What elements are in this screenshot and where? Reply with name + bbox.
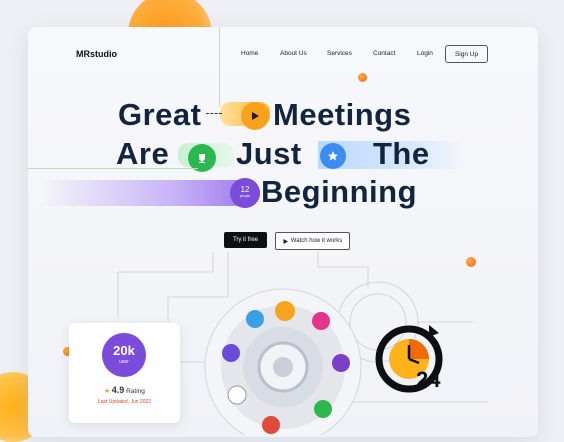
nav-about-us[interactable]: About Us	[280, 50, 307, 57]
decorative-line	[219, 27, 220, 107]
brand-logo[interactable]: MRstudio	[76, 49, 117, 59]
user-stats-card: 20k user ★ 4.9 Rating Last Updated, Jun …	[69, 323, 180, 423]
star-badge	[320, 143, 346, 169]
hero-word-beginning: Beginning	[261, 174, 418, 209]
rating-label: Rating	[126, 388, 145, 395]
meeting-table-illustration	[204, 288, 362, 435]
nav-contact[interactable]: Contact	[373, 50, 395, 57]
dashed-connector	[206, 113, 222, 115]
users-label: user	[119, 359, 129, 365]
star-icon	[328, 151, 338, 161]
hero-word-are: Are	[116, 136, 170, 171]
sign-up-button[interactable]: Sign Up	[445, 45, 488, 63]
decorative-dot	[358, 73, 367, 82]
clock-24-label: 24	[416, 367, 441, 392]
people-label: people	[239, 194, 251, 198]
decorative-green-line	[28, 168, 198, 169]
people-count-badge: 12 people	[230, 178, 260, 208]
users-count: 20k	[113, 343, 135, 358]
hero-word-meetings: Meetings	[273, 97, 412, 132]
play-button[interactable]	[241, 102, 269, 130]
rating-row: ★ 4.9 Rating	[69, 385, 180, 395]
star-icon: ★	[104, 388, 110, 395]
nav-home[interactable]: Home	[241, 50, 258, 57]
play-icon	[252, 112, 259, 120]
cup-icon	[199, 154, 205, 163]
users-badge: 20k user	[102, 333, 146, 377]
nav-login[interactable]: Login	[417, 50, 433, 57]
purple-highlight	[40, 180, 260, 206]
rating-value: 4.9	[111, 385, 125, 395]
hero-word-the: The	[373, 136, 430, 171]
last-updated: Last Updated, Jun 2022	[97, 399, 152, 405]
landing-page-card: MRstudio Home About Us Services Contact …	[28, 27, 538, 437]
people-count: 12	[240, 185, 250, 194]
nav-services[interactable]: Services	[327, 50, 352, 57]
hero-word-just: Just	[236, 136, 302, 171]
hero-word-great: Great	[118, 97, 202, 132]
clock-24-icon	[375, 325, 443, 393]
